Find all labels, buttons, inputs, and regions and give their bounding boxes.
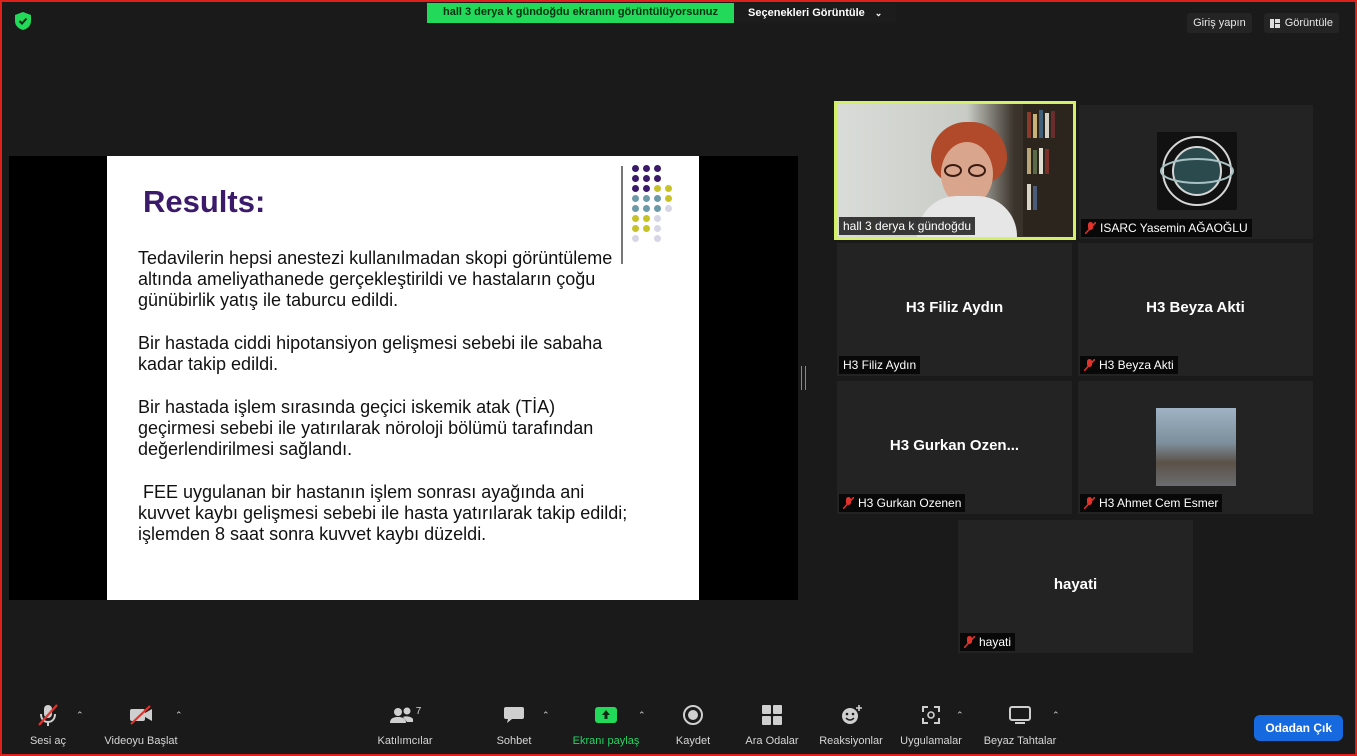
isarc-logo	[1157, 132, 1237, 210]
microphone-muted-icon	[1084, 359, 1095, 371]
unmute-label: Sesi aç	[29, 735, 67, 747]
participant-name: hall 3 derya k gündoğdu	[843, 219, 972, 233]
participant-name-label: H3 Ahmet Cem Esmer	[1080, 494, 1223, 512]
microphone-muted-icon	[964, 636, 975, 648]
participant-big-name: hayati	[1053, 576, 1098, 593]
share-screen-label: Ekranı paylaş	[572, 735, 640, 747]
video-off-icon	[130, 705, 152, 725]
security-shield-icon[interactable]	[15, 12, 31, 30]
breakout-rooms-icon	[762, 705, 782, 725]
start-video-label: Videoyu Başlat	[104, 735, 178, 747]
breakout-rooms-label: Ara Odalar	[745, 735, 799, 747]
record-icon	[683, 705, 703, 725]
slide-paragraph: FEE uygulanan bir hastanın işlem sonrası…	[138, 482, 633, 544]
apps-icon	[922, 706, 940, 724]
participant-name-label: hayati	[960, 633, 1016, 651]
participant-name-label: H3 Beyza Akti	[1080, 356, 1178, 374]
leave-meeting-button[interactable]: Odadan Çık	[1254, 715, 1343, 741]
whiteboards-button[interactable]: Beyaz Tahtalar	[982, 700, 1058, 747]
participants-icon	[389, 707, 413, 723]
record-button[interactable]: Kaydet	[670, 700, 716, 747]
apps-button[interactable]: Uygulamalar	[896, 700, 966, 747]
participant-name-label: hall 3 derya k gündoğdu	[839, 217, 976, 235]
participant-tile-isarc[interactable]: ISARC Yasemin AĞAOĞLU	[1079, 105, 1313, 239]
view-label: Görüntüle	[1284, 17, 1333, 29]
unmute-button[interactable]: Sesi aç	[22, 700, 74, 747]
participant-name: H3 Beyza Akti	[1099, 358, 1174, 372]
apps-label: Uygulamalar	[900, 735, 962, 747]
reactions-label: Reaksiyonlar	[819, 735, 883, 747]
share-screen-icon	[595, 707, 617, 723]
participant-glasses	[944, 164, 990, 178]
view-options-label: Seçenekleri Görüntüle	[748, 7, 865, 19]
reactions-icon	[842, 705, 862, 724]
microphone-muted-icon	[38, 704, 58, 726]
chevron-down-icon: ⌄	[874, 7, 883, 18]
share-screen-button[interactable]: Ekranı paylaş	[568, 700, 644, 747]
audio-options-caret[interactable]: ⌃	[76, 710, 84, 721]
participant-name: H3 Filiz Aydın	[843, 358, 917, 372]
whiteboard-options-caret[interactable]: ⌃	[1052, 710, 1060, 721]
participant-name-label: H3 Filiz Aydın	[839, 356, 921, 374]
bookshelf	[1023, 104, 1073, 236]
screen-share-banner: hall 3 derya k gündoğdu ekranını görüntü…	[427, 3, 897, 23]
microphone-muted-icon	[843, 497, 854, 509]
video-options-caret[interactable]: ⌃	[175, 710, 183, 721]
participant-tile-ahmet[interactable]: H3 Ahmet Cem Esmer	[1078, 381, 1313, 514]
meeting-toolbar: Sesi aç ⌃ Videoyu Başlat ⌃ 7 Katılımcıla…	[0, 700, 1357, 756]
slide-paragraph: Bir hastada işlem sırasında geçici iskem…	[138, 397, 594, 459]
participant-name: ISARC Yasemin AĞAOĞLU	[1100, 221, 1248, 235]
slide-title: Results:	[143, 184, 266, 219]
slide-body: Tedavilerin hepsi anestezi kullanılmadan…	[138, 248, 628, 567]
participant-name: H3 Ahmet Cem Esmer	[1099, 496, 1219, 510]
chat-options-caret[interactable]: ⌃	[542, 710, 550, 721]
participants-count: 7	[415, 705, 422, 717]
participants-label: Katılımcılar	[377, 735, 433, 747]
participant-profile-photo	[1156, 408, 1236, 486]
participant-tile-hayati[interactable]: hayati hayati	[958, 520, 1193, 653]
sign-in-button[interactable]: Giriş yapın	[1187, 13, 1252, 33]
grid-view-icon	[1269, 18, 1280, 28]
whiteboard-icon	[1009, 706, 1031, 724]
share-notice: hall 3 derya k gündoğdu ekranını görüntü…	[427, 3, 735, 23]
participant-tile-filiz[interactable]: H3 Filiz Aydın H3 Filiz Aydın	[837, 243, 1072, 376]
shared-screen: Results: Tedavilerin hepsi anestezi kull…	[9, 156, 798, 600]
participant-big-name: H3 Gurkan Ozen...	[889, 437, 1020, 454]
participant-tile-derya[interactable]: hall 3 derya k gündoğdu	[834, 101, 1076, 240]
participant-big-name: H3 Beyza Akti	[1146, 299, 1245, 316]
view-button[interactable]: Görüntüle	[1263, 13, 1339, 33]
chat-icon	[504, 707, 524, 723]
panel-resize-handle[interactable]	[801, 366, 806, 390]
participant-tile-gurkan[interactable]: H3 Gurkan Ozen... H3 Gurkan Ozenen	[837, 381, 1072, 514]
slide-paragraph: Bir hastada ciddi hipotansiyon gelişmesi…	[138, 333, 603, 374]
top-right-controls: Giriş yapın Görüntüle	[1187, 13, 1339, 33]
start-video-button[interactable]: Videoyu Başlat	[100, 700, 182, 747]
participant-name: hayati	[979, 635, 1012, 649]
whiteboards-label: Beyaz Tahtalar	[983, 735, 1057, 747]
presentation-slide: Results: Tedavilerin hepsi anestezi kull…	[107, 156, 699, 600]
sign-in-label: Giriş yapın	[1193, 17, 1246, 29]
microphone-muted-icon	[1084, 497, 1095, 509]
reactions-button[interactable]: Reaksiyonlar	[816, 700, 886, 747]
slide-paragraph: Tedavilerin hepsi anestezi kullanılmadan…	[138, 248, 613, 310]
chat-label: Sohbet	[496, 735, 532, 747]
participant-name-label: ISARC Yasemin AĞAOĞLU	[1081, 219, 1252, 237]
record-label: Kaydet	[675, 735, 711, 747]
participant-name-label: H3 Gurkan Ozenen	[839, 494, 966, 512]
participant-tile-beyza[interactable]: H3 Beyza Akti H3 Beyza Akti	[1078, 243, 1313, 376]
participant-name: H3 Gurkan Ozenen	[858, 496, 962, 510]
share-options-caret[interactable]: ⌃	[638, 710, 646, 721]
microphone-muted-icon	[1085, 222, 1096, 234]
view-options-button[interactable]: Seçenekleri Görüntüle ⌄	[734, 3, 897, 23]
breakout-rooms-button[interactable]: Ara Odalar	[740, 700, 804, 747]
participants-button[interactable]: 7 Katılımcılar	[372, 700, 438, 748]
apps-options-caret[interactable]: ⌃	[956, 710, 964, 721]
chat-button[interactable]: Sohbet	[490, 700, 538, 747]
participant-big-name: H3 Filiz Aydın	[905, 299, 1004, 316]
